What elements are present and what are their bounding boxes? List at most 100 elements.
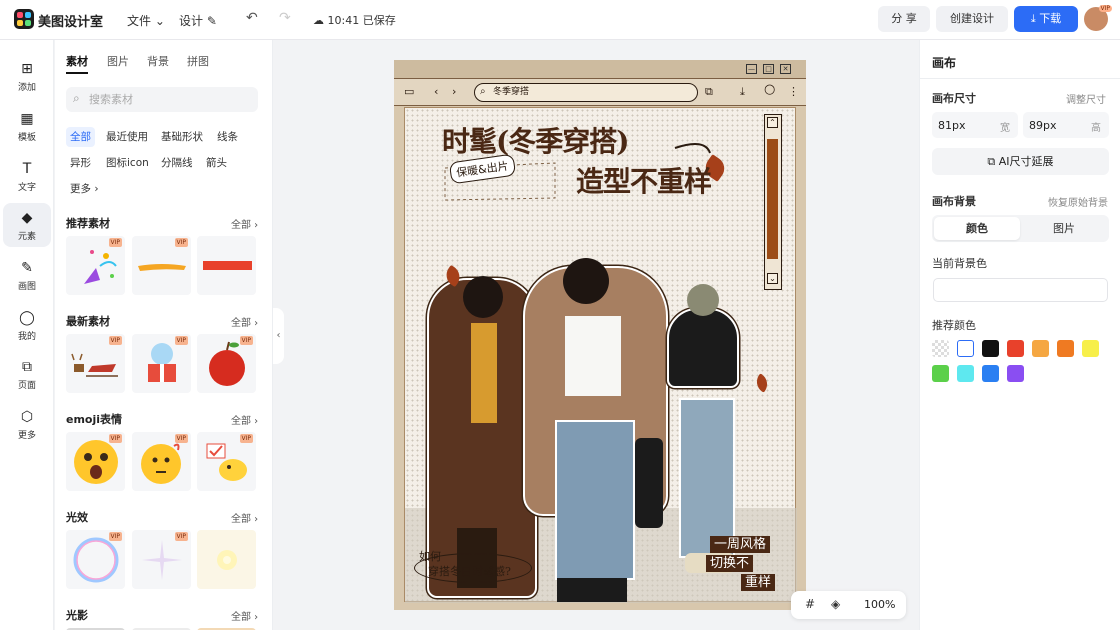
asset-thumb[interactable]: VIP bbox=[66, 334, 125, 393]
color-swatch[interactable] bbox=[1082, 340, 1099, 357]
chip-more[interactable]: 更多 › bbox=[66, 179, 103, 199]
section-all-emoji[interactable]: 全部 › bbox=[231, 412, 258, 427]
rail-item-text[interactable]: T 文字 bbox=[3, 154, 51, 198]
chip-irregular[interactable]: 异形 bbox=[66, 153, 95, 173]
color-swatch[interactable] bbox=[932, 340, 949, 357]
plus-square-icon: ⊞ bbox=[21, 61, 33, 77]
model-hair bbox=[463, 276, 503, 318]
asset-thumb[interactable]: VIP bbox=[132, 334, 191, 393]
zoom-level[interactable]: 100% bbox=[864, 598, 895, 611]
poster-stamp-1: 一周风格 bbox=[710, 536, 771, 553]
chip-all[interactable]: 全部 bbox=[66, 127, 95, 147]
search-icon: ⌕ bbox=[73, 91, 80, 105]
vip-badge: VIP bbox=[239, 336, 253, 345]
asset-thumb[interactable]: VIP bbox=[66, 530, 125, 589]
avatar[interactable]: VIP bbox=[1084, 5, 1112, 31]
canvas-size-label: 画布尺寸 bbox=[932, 92, 976, 105]
cloud-icon: ☁ bbox=[313, 14, 324, 27]
asset-thumb[interactable]: VIP bbox=[132, 432, 191, 491]
rail-item-mine[interactable]: ◯ 我的 bbox=[3, 303, 51, 347]
poster-stamp-2: 切换不 bbox=[706, 555, 754, 572]
section-all-light-effect[interactable]: 全部 › bbox=[231, 510, 258, 525]
tab-image[interactable]: 图片 bbox=[1021, 217, 1107, 240]
restore-bg-link[interactable]: 恢复原始背景 bbox=[1048, 194, 1108, 209]
width-field[interactable]: 81px 宽 bbox=[932, 112, 1018, 138]
height-field[interactable]: 89px 高 bbox=[1023, 112, 1109, 138]
adjust-size-link[interactable]: 调整尺寸 bbox=[1066, 91, 1106, 106]
search-input[interactable] bbox=[89, 92, 249, 106]
asset-thumb[interactable] bbox=[197, 530, 256, 589]
redo-icon[interactable]: ↷ bbox=[279, 10, 291, 26]
rail-item-template[interactable]: ▦ 模板 bbox=[3, 104, 51, 148]
grid-icon[interactable]: # bbox=[805, 597, 815, 611]
undo-icon[interactable]: ↶ bbox=[246, 10, 258, 26]
menu-design[interactable]: 设计 ✎ bbox=[179, 12, 217, 29]
ai-extend-button[interactable]: ⧉ AI尺寸延展 bbox=[932, 148, 1109, 175]
vip-badge: VIP bbox=[174, 238, 188, 247]
asset-thumb[interactable]: VIP bbox=[132, 530, 191, 589]
layers-icon[interactable]: ◈ bbox=[831, 597, 840, 611]
asset-thumb[interactable]: VIP bbox=[197, 432, 256, 491]
asset-thumb[interactable] bbox=[197, 236, 256, 295]
current-bg-color-field[interactable] bbox=[933, 278, 1108, 302]
divider bbox=[920, 78, 1120, 79]
poster-scroll-thumb bbox=[767, 139, 778, 259]
color-swatch[interactable] bbox=[1007, 365, 1024, 382]
poster-question-line2: 穿搭冬日时髦感? bbox=[428, 565, 511, 578]
section-title-light-effect: 光效 bbox=[66, 511, 88, 524]
asset-thumb[interactable]: VIP bbox=[66, 432, 125, 491]
rail-item-add[interactable]: ⊞ 添加 bbox=[3, 54, 51, 98]
section-all-latest[interactable]: 全部 › bbox=[231, 314, 258, 329]
rail-item-elements[interactable]: ◆ 元素 bbox=[3, 203, 51, 247]
download-button[interactable]: ⤓ 下载 bbox=[1014, 6, 1078, 32]
tab-materials[interactable]: 素材 bbox=[66, 53, 88, 69]
chip-dividers[interactable]: 分隔线 bbox=[157, 153, 197, 173]
rail-item-more[interactable]: ⬡ 更多 bbox=[3, 402, 51, 446]
chip-arrows[interactable]: 箭头 bbox=[202, 153, 231, 173]
color-swatch[interactable] bbox=[957, 340, 974, 357]
tab-backgrounds[interactable]: 背景 bbox=[147, 53, 169, 69]
asset-thumb[interactable]: VIP bbox=[66, 236, 125, 295]
poster-window-bar: — □ ✕ bbox=[394, 60, 806, 78]
poster-canvas[interactable]: — □ ✕ ▭ ‹ › ⌕ 冬季穿搭 ⧉ ⤓ ○ ⋮ ⌃ ⌄ 时髦(冬季穿搭) … bbox=[394, 60, 806, 610]
search-box[interactable]: ⌕ bbox=[66, 87, 258, 112]
vip-badge: VIP bbox=[108, 336, 122, 345]
glow-icon bbox=[217, 550, 237, 570]
section-all-recommended[interactable]: 全部 › bbox=[231, 216, 258, 231]
chip-lines[interactable]: 线条 bbox=[213, 127, 242, 147]
chip-basic-shapes[interactable]: 基础形状 bbox=[157, 127, 207, 147]
poster-question-line1: 如何 bbox=[419, 550, 441, 563]
create-design-button[interactable]: 创建设计 bbox=[936, 6, 1008, 32]
color-swatch[interactable] bbox=[1007, 340, 1024, 357]
share-button[interactable]: 分 享 bbox=[878, 6, 930, 32]
color-swatch[interactable] bbox=[1057, 340, 1074, 357]
tab-color[interactable]: 颜色 bbox=[934, 217, 1020, 240]
color-swatch[interactable] bbox=[932, 365, 949, 382]
search-icon: ⌕ bbox=[480, 86, 486, 97]
rail-item-pages[interactable]: ⧉ 页面 bbox=[3, 352, 51, 396]
app-logo[interactable] bbox=[14, 9, 34, 29]
poster-title-line1: 时髦(冬季穿搭) bbox=[442, 125, 629, 158]
zoom-bar: # ◈ 100% bbox=[791, 591, 906, 619]
chip-icons[interactable]: 图标icon bbox=[102, 153, 153, 173]
color-swatch[interactable] bbox=[982, 340, 999, 357]
color-swatch[interactable] bbox=[982, 365, 999, 382]
chip-recent[interactable]: 最近使用 bbox=[102, 127, 152, 147]
tab-collage[interactable]: 拼图 bbox=[187, 53, 209, 69]
pencil-icon: ✎ bbox=[21, 260, 33, 276]
chevron-left-icon: ‹ bbox=[276, 330, 281, 341]
chevron-right-icon: › bbox=[94, 183, 99, 195]
collapse-panel-handle[interactable]: ‹ bbox=[273, 308, 284, 364]
vip-badge: VIP bbox=[174, 532, 188, 541]
asset-thumb[interactable]: VIP bbox=[132, 236, 191, 295]
asset-thumb[interactable]: VIP bbox=[197, 334, 256, 393]
color-swatch[interactable] bbox=[957, 365, 974, 382]
menu-file[interactable]: 文件 ⌄ bbox=[127, 12, 165, 29]
vip-badge: VIP bbox=[174, 434, 188, 443]
black-bag bbox=[635, 438, 663, 528]
section-all-light-shadow[interactable]: 全部 › bbox=[231, 608, 258, 623]
color-swatch[interactable] bbox=[1032, 340, 1049, 357]
ripped-jeans bbox=[679, 398, 735, 558]
rail-item-draw[interactable]: ✎ 画图 bbox=[3, 253, 51, 297]
tab-images[interactable]: 图片 bbox=[107, 53, 129, 69]
